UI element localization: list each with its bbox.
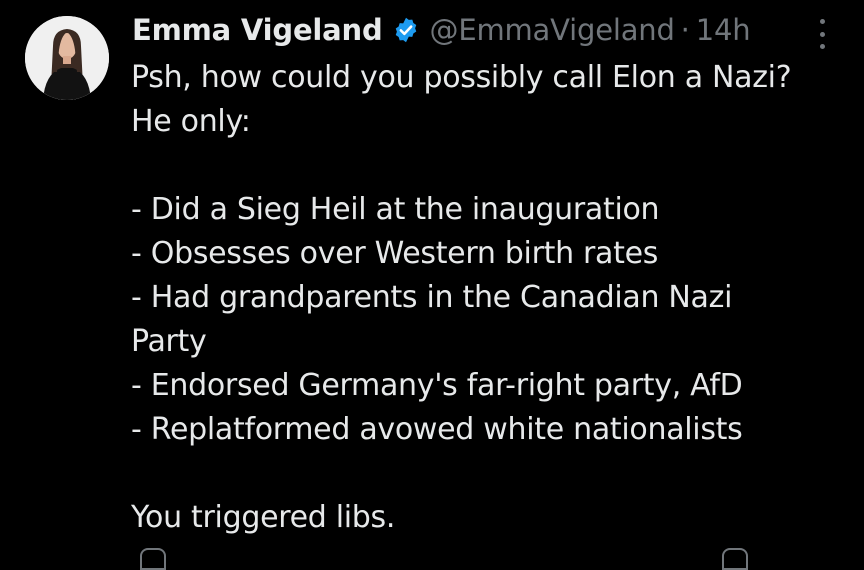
more-options-icon[interactable] [813,19,831,49]
tweet-line [131,452,851,496]
tweet-line: He only: [131,104,251,139]
bookmark-icon[interactable] [722,548,748,570]
tweet-line: Party [131,324,207,359]
tweet-line: - Did a Sieg Heil at the inauguration [131,192,660,227]
tweet[interactable]: Emma Vigeland @EmmaVigeland · 14h Psh, h… [0,0,864,570]
tweet-text: Psh, how could you possibly call Elon a … [131,56,851,540]
separator: · [680,13,690,47]
handle[interactable]: @EmmaVigeland [430,10,675,50]
display-name[interactable]: Emma Vigeland [132,10,383,50]
tweet-line: - Obsesses over Western birth rates [131,236,659,271]
tweet-line: - Endorsed Germany's far-right party, Af… [131,368,743,403]
reply-icon[interactable] [140,548,166,570]
tweet-line: - Replatformed avowed white nationalists [131,412,743,447]
tweet-header: Emma Vigeland @EmmaVigeland · 14h [132,10,751,50]
verified-badge-icon [392,16,420,44]
timestamp[interactable]: 14h [696,10,751,50]
tweet-line: You triggered libs. [131,500,396,535]
tweet-line: - Had grandparents in the Canadian Nazi [131,280,733,315]
tweet-line: Psh, how could you possibly call Elon a … [131,60,792,95]
avatar[interactable] [25,16,109,100]
tweet-line [131,144,851,188]
